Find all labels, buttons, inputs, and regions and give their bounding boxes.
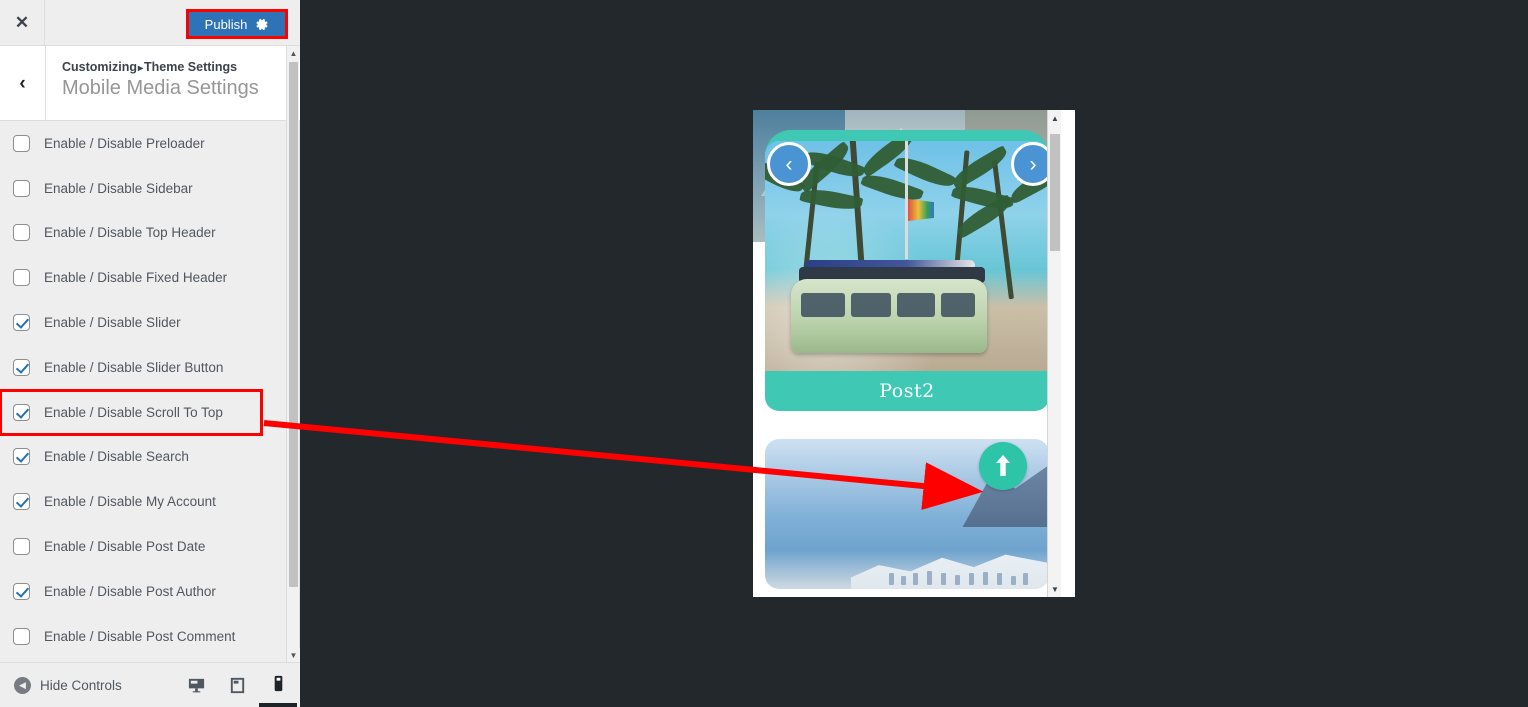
desktop-icon	[188, 678, 204, 692]
slider-card: Post2	[765, 141, 1049, 411]
setting-label: Enable / Disable Search	[44, 449, 189, 465]
preview-area: Post2 ‹ › ▲ ▼	[301, 0, 1528, 707]
close-button[interactable]: ✕	[0, 0, 45, 45]
checkbox-checked[interactable]	[13, 403, 30, 421]
hide-controls-label: Hide Controls	[40, 677, 122, 693]
customizer-screen: ✕ Publish ‹ Customizing▸Theme Settings M…	[0, 0, 1528, 707]
van-window	[851, 293, 891, 317]
setting-row[interactable]: Enable / Disable My Account	[0, 479, 288, 524]
device-preview-desktop[interactable]	[177, 663, 215, 707]
slider-prev-button[interactable]: ‹	[767, 142, 811, 186]
device-preview-mobile[interactable]	[259, 663, 297, 707]
tablet-icon	[230, 677, 244, 693]
breadcrumb-separator-icon: ▸	[138, 63, 144, 74]
preview-scrollbar-thumb[interactable]	[1050, 134, 1060, 251]
setting-row[interactable]: Enable / Disable Preloader	[0, 121, 288, 166]
setting-label: Enable / Disable Slider	[44, 315, 181, 331]
checkbox-unchecked[interactable]	[13, 134, 30, 152]
chevron-left-icon: ‹	[19, 72, 26, 94]
sidebar-scrollbar-thumb[interactable]	[289, 62, 298, 587]
palm-frond	[949, 145, 1011, 190]
setting-label: Enable / Disable Sidebar	[44, 180, 193, 196]
checkbox-unchecked[interactable]	[13, 627, 30, 645]
setting-row[interactable]: Enable / Disable Top Header	[0, 211, 288, 256]
checkbox-checked[interactable]	[13, 493, 30, 511]
chevron-left-icon: ‹	[785, 152, 793, 176]
sidebar-scrollbar[interactable]: ▲ ▼	[286, 46, 300, 662]
setting-label: Enable / Disable Preloader	[44, 135, 205, 151]
setting-row[interactable]: Enable / Disable Post Date	[0, 524, 288, 569]
van-window	[941, 293, 975, 317]
customizer-footer: ◀ Hide Controls	[0, 662, 300, 707]
checkbox-checked[interactable]	[13, 582, 30, 600]
scroll-up-arrow-icon[interactable]: ▲	[287, 46, 300, 60]
flag	[908, 199, 934, 221]
hide-controls-button[interactable]: ◀ Hide Controls	[14, 663, 122, 707]
setting-row[interactable]: Enable / Disable Slider Button	[0, 345, 288, 390]
scroll-down-arrow-icon[interactable]: ▼	[1048, 581, 1061, 597]
setting-label: Enable / Disable My Account	[44, 494, 216, 510]
checkbox-checked[interactable]	[13, 314, 30, 332]
page-title: Mobile Media Settings	[62, 77, 259, 99]
chevron-right-icon: ›	[1029, 152, 1037, 176]
camper-van	[791, 279, 987, 353]
checkbox-unchecked[interactable]	[13, 179, 30, 197]
setting-row[interactable]: Enable / Disable Post Author	[0, 569, 288, 614]
breadcrumb: Customizing▸Theme Settings	[62, 60, 237, 74]
back-button[interactable]: ‹	[0, 46, 46, 120]
setting-label: Enable / Disable Fixed Header	[44, 270, 228, 286]
setting-label: Enable / Disable Slider Button	[44, 359, 224, 375]
setting-label: Enable / Disable Post Author	[44, 583, 216, 599]
breadcrumb-root: Customizing	[62, 60, 137, 74]
scroll-down-arrow-icon[interactable]: ▼	[287, 648, 300, 662]
slider-caption: Post2	[765, 371, 1049, 411]
setting-label: Enable / Disable Scroll To Top	[44, 404, 223, 420]
town-details	[885, 563, 1035, 585]
checkbox-unchecked[interactable]	[13, 224, 30, 242]
van-window	[897, 293, 935, 317]
collapse-arrow-icon: ◀	[14, 676, 31, 694]
customizer-title-section: ‹ Customizing▸Theme Settings Mobile Medi…	[0, 46, 300, 121]
settings-list: Enable / Disable Preloader Enable / Disab…	[0, 121, 288, 662]
gear-icon	[256, 18, 268, 30]
flag-mast	[905, 141, 908, 259]
scroll-up-arrow-icon[interactable]: ▲	[1048, 110, 1061, 126]
checkbox-checked[interactable]	[13, 358, 30, 376]
breadcrumb-section: Theme Settings	[144, 60, 238, 74]
slider-caption-text: Post2	[879, 380, 935, 402]
arrow-up-icon	[996, 455, 1010, 476]
setting-label: Enable / Disable Top Header	[44, 225, 216, 241]
setting-label: Enable / Disable Post Comment	[44, 628, 236, 644]
setting-row[interactable]: Enable / Disable Post Comment	[0, 614, 288, 659]
customizer-header: ✕ Publish	[0, 0, 300, 46]
setting-label: Enable / Disable Post Date	[44, 539, 206, 555]
close-icon: ✕	[14, 13, 30, 32]
customizer-panel: ✕ Publish ‹ Customizing▸Theme Settings M…	[0, 0, 300, 707]
preview-scrollbar[interactable]: ▲ ▼	[1047, 110, 1061, 597]
checkbox-checked[interactable]	[13, 448, 30, 466]
mobile-preview-frame: Post2 ‹ › ▲ ▼	[753, 110, 1075, 597]
setting-row[interactable]: Enable / Disable Slider	[0, 300, 288, 345]
preview-viewport: Post2 ‹ › ▲ ▼	[753, 110, 1061, 597]
publish-highlight-box: Publish	[186, 9, 288, 39]
checkbox-unchecked[interactable]	[13, 269, 30, 287]
publish-button-label: Publish	[204, 16, 248, 32]
setting-row[interactable]: Enable / Disable Search	[0, 435, 288, 480]
mobile-icon	[274, 675, 282, 691]
van-window	[801, 293, 845, 317]
setting-row[interactable]: Enable / Disable Sidebar	[0, 166, 288, 211]
setting-row[interactable]: Enable / Disable Scroll To Top	[0, 388, 263, 436]
palm-trunk	[991, 159, 1014, 300]
publish-button[interactable]: Publish	[189, 12, 285, 36]
scroll-to-top-button[interactable]	[979, 442, 1027, 490]
setting-row[interactable]: Enable / Disable Fixed Header	[0, 255, 288, 300]
device-preview-tablet[interactable]	[218, 663, 256, 707]
checkbox-unchecked[interactable]	[13, 538, 30, 556]
